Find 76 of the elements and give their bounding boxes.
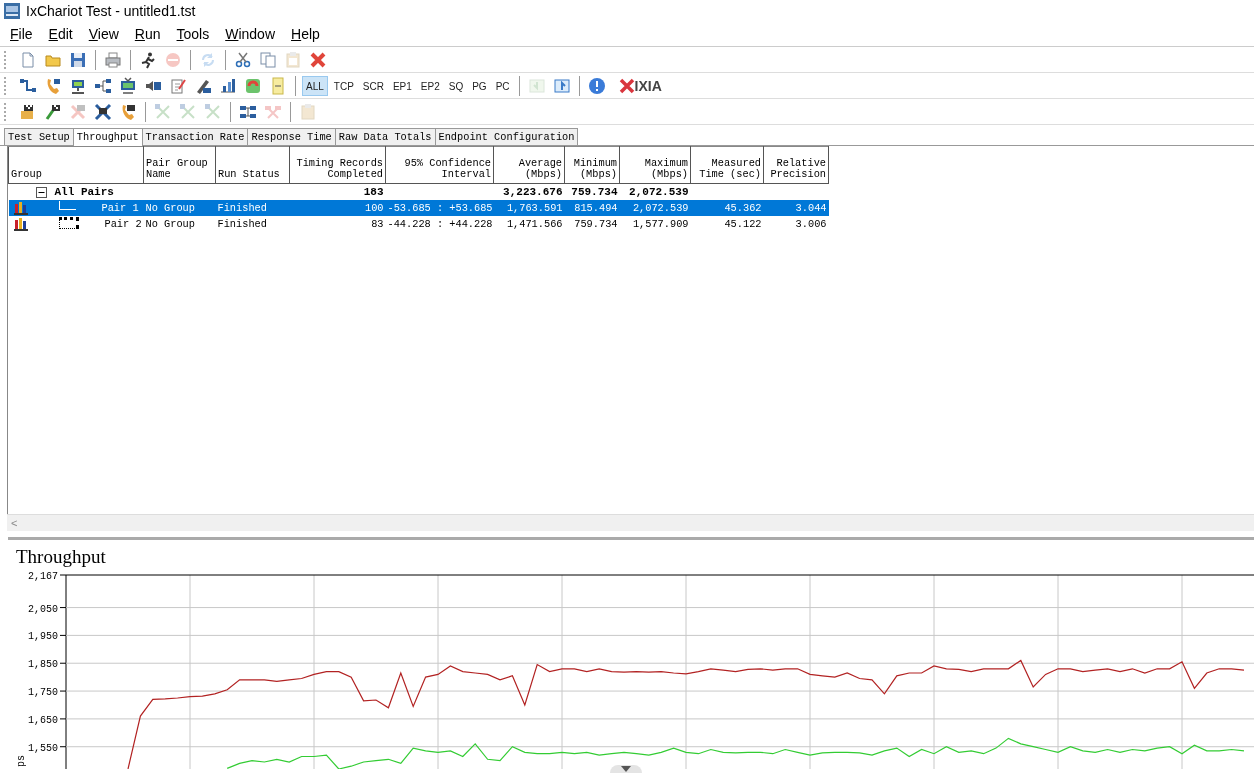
table-cell: 1,577.909 (632, 218, 689, 230)
column-header[interactable]: Group (8, 146, 144, 184)
column-header[interactable]: Measured Time (sec) (690, 146, 764, 184)
y-tick-label: 1,850 (28, 659, 58, 671)
filter-button[interactable]: PG (469, 75, 490, 96)
table-cell: 3.044 (795, 202, 827, 214)
collapse-toggle[interactable] (35, 186, 47, 198)
table-cell: No Group (145, 202, 195, 214)
column-header[interactable]: Relative Precision (763, 146, 829, 184)
chart-title: Throughput (15, 545, 107, 568)
tab[interactable]: Throughput (72, 128, 143, 146)
menu-item[interactable]: Run (126, 26, 169, 42)
pair-name[interactable]: Pair 2 (104, 217, 142, 230)
y-tick-label: 1,550 (28, 742, 58, 754)
tab[interactable]: Response Time (247, 128, 336, 145)
table-cell: 3,223.676 (503, 186, 563, 198)
table-cell: 100 (364, 202, 384, 214)
filter-button[interactable]: EP2 (417, 75, 443, 96)
y-tick-label: 1,950 (28, 631, 58, 643)
app-icon (4, 3, 20, 19)
y-tick-label: 2,050 (28, 603, 58, 615)
table-cell: 1,763.591 (506, 202, 563, 214)
column-header[interactable]: 95% Confidence Interval (385, 146, 494, 184)
tab[interactable]: Test Setup (4, 128, 74, 145)
menu-item[interactable]: Window (217, 26, 284, 42)
menu-item[interactable]: File (2, 26, 41, 42)
table-cell: 1,471.566 (506, 218, 563, 230)
tree-line (58, 201, 76, 210)
pair-icon (13, 201, 28, 215)
copy-icon[interactable] (257, 49, 279, 70)
column-header[interactable]: Pair Group Name (143, 146, 216, 184)
tab[interactable]: Endpoint Configuration (434, 128, 579, 145)
menu-item[interactable]: View (80, 26, 127, 42)
table-cell: Finished (217, 202, 267, 214)
tab[interactable]: Transaction Rate (141, 128, 249, 145)
filter-button[interactable]: EP1 (389, 75, 415, 96)
flag-icon[interactable] (92, 101, 114, 122)
column-header[interactable]: Minimum (Mbps) (564, 146, 620, 184)
table-cell: -44.228 : +44.228 (387, 218, 493, 230)
group-name: All Pairs (54, 186, 114, 198)
filter-button[interactable]: ALL (302, 75, 328, 96)
table-cell: 2,072.539 (629, 186, 689, 198)
table-cell: 3.006 (795, 218, 827, 230)
collapse-handle[interactable] (610, 765, 642, 773)
filter-button[interactable]: PC (492, 75, 513, 96)
logo-text: IXIA (634, 77, 662, 94)
table-cell: 45.122 (724, 218, 762, 230)
table-cell: No Group (145, 218, 195, 230)
y-tick-label: 1,650 (28, 714, 58, 726)
tab[interactable]: Raw Data Totals (334, 128, 436, 145)
window-title: IxChariot Test - untitled1.tst (26, 3, 196, 19)
table-cell: 759.734 (574, 218, 618, 230)
table-cell: 815.494 (574, 202, 618, 214)
table-cell: 83 (371, 218, 384, 230)
column-header[interactable]: Average (Mbps) (493, 146, 565, 184)
column-header[interactable]: Run Status (215, 146, 290, 184)
logo-mark-icon (618, 77, 635, 94)
table-cell: 759.734 (571, 186, 618, 198)
y-axis-label: ps (16, 755, 27, 767)
menu-item[interactable]: Edit (40, 26, 81, 42)
menu-item[interactable]: Tools (168, 26, 218, 42)
column-header[interactable]: Timing Records Completed (289, 146, 386, 184)
filter-button[interactable]: SQ (445, 75, 467, 96)
menu-item[interactable]: Help (283, 26, 328, 42)
y-tick-label: 2,167 (28, 571, 58, 582)
table-cell: 183 (363, 186, 384, 198)
filter-button[interactable]: TCP (330, 75, 357, 96)
pair-icon (13, 217, 28, 231)
y-tick-label: 1,750 (28, 687, 58, 699)
column-header[interactable]: Maximum (Mbps) (619, 146, 691, 184)
table-cell: 45.362 (724, 202, 762, 214)
table-cell: Finished (217, 218, 267, 230)
filter-button[interactable]: SCR (359, 75, 387, 96)
table-cell: 2,072.539 (632, 202, 689, 214)
printer-icon[interactable] (102, 49, 124, 70)
table-cell: -53.685 : +53.685 (387, 202, 493, 214)
